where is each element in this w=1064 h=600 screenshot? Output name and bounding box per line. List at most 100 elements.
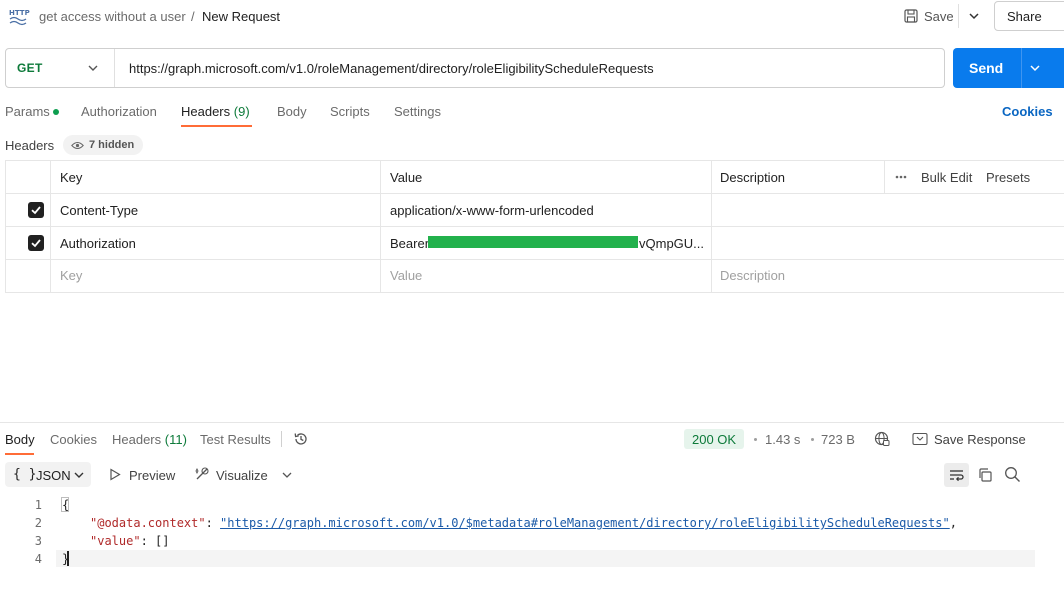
response-tab-body[interactable]: Body: [5, 432, 35, 447]
visualize-button[interactable]: Visualize: [216, 468, 268, 483]
breadcrumb-parent[interactable]: get access without a user: [39, 9, 186, 24]
status-badge[interactable]: 200 OK: [684, 429, 745, 449]
tab-headers[interactable]: Headers (9): [181, 104, 250, 119]
svg-text:HTTP: HTTP: [9, 9, 30, 17]
bulk-edit-button[interactable]: Bulk Edit: [921, 170, 972, 185]
redaction-bar: [428, 236, 638, 248]
tab-scripts[interactable]: Scripts: [330, 104, 370, 119]
play-icon: [110, 468, 121, 481]
save-response-button[interactable]: Save Response: [934, 432, 1026, 447]
save-label: Save: [924, 8, 954, 24]
network-globe-icon[interactable]: [874, 431, 890, 447]
hidden-headers-toggle[interactable]: 7 hidden: [63, 135, 144, 155]
breadcrumb-separator: /: [191, 9, 195, 24]
meta-separator: [754, 438, 757, 441]
header-value-prefix[interactable]: Bearer: [390, 236, 429, 251]
checkmark-icon: [31, 239, 41, 248]
metadata-link[interactable]: "https://graph.microsoft.com/v1.0/$metad…: [220, 516, 950, 530]
active-tab-underline: [5, 453, 34, 455]
line-number: 2: [34, 516, 42, 530]
header-key-cell[interactable]: Content-Type: [60, 203, 138, 218]
new-value-input[interactable]: Value: [390, 268, 422, 283]
preview-button[interactable]: Preview: [129, 468, 175, 483]
header-value-cell[interactable]: application/x-www-form-urlencoded: [390, 203, 594, 218]
column-header-description: Description: [720, 170, 786, 185]
table-border: [50, 160, 51, 293]
chevron-down-icon[interactable]: [86, 61, 100, 75]
format-label: JSON: [36, 468, 71, 483]
json-braces-icon: { }: [13, 467, 37, 482]
tab-divider: [281, 431, 282, 447]
column-header-value: Value: [390, 170, 423, 185]
send-label: Send: [969, 60, 1004, 76]
table-border: [380, 160, 381, 293]
visualize-icon: [195, 467, 209, 480]
meta-separator: [811, 438, 814, 441]
more-options-icon[interactable]: [894, 171, 908, 183]
active-tab-underline: [181, 125, 252, 127]
save-divider: [958, 4, 959, 28]
wrap-lines-icon: [950, 470, 964, 482]
code-line-value: "value": []: [90, 534, 170, 548]
save-icon: [904, 9, 918, 23]
send-divider: [1021, 48, 1022, 88]
table-border: [5, 292, 1064, 293]
code-open-brace: {: [62, 498, 70, 512]
history-icon[interactable]: [293, 431, 309, 447]
header-key-cell[interactable]: Authorization: [60, 236, 136, 251]
send-button[interactable]: Send: [953, 48, 1064, 88]
chevron-down-icon[interactable]: [966, 8, 982, 24]
url-divider: [114, 49, 115, 87]
top-bar: HTTP get access without a user / New Req…: [0, 0, 1064, 34]
table-border: [884, 160, 885, 193]
format-select[interactable]: { } JSON: [5, 462, 91, 487]
tab-authorization[interactable]: Authorization: [81, 104, 157, 119]
response-time[interactable]: 1.43 s: [765, 432, 800, 447]
table-border: [5, 160, 1064, 161]
tab-body[interactable]: Body: [277, 104, 307, 119]
chevron-down-icon[interactable]: [1029, 62, 1041, 74]
chevron-down-icon: [74, 472, 84, 478]
share-button[interactable]: Share: [994, 1, 1064, 31]
response-tab-test-results[interactable]: Test Results: [200, 432, 271, 447]
copy-icon[interactable]: [977, 467, 993, 483]
table-border: [5, 259, 1064, 260]
headers-count: (9): [233, 104, 250, 119]
line-number: 3: [34, 534, 42, 548]
url-input[interactable]: https://graph.microsoft.com/v1.0/roleMan…: [129, 61, 654, 76]
cookies-link[interactable]: Cookies: [1002, 104, 1053, 119]
line-number: 1: [34, 498, 42, 512]
response-tab-headers[interactable]: Headers (11): [112, 432, 187, 447]
params-indicator-dot: [52, 108, 59, 115]
response-tab-cookies[interactable]: Cookies: [50, 432, 97, 447]
checkmark-icon: [31, 206, 41, 215]
search-icon[interactable]: [1004, 466, 1021, 483]
response-headers-count: (11): [164, 432, 187, 447]
tab-settings[interactable]: Settings: [394, 104, 441, 119]
table-border: [711, 160, 712, 293]
new-key-input[interactable]: Key: [60, 268, 82, 283]
presets-dropdown[interactable]: Presets: [986, 170, 1030, 185]
table-border: [5, 193, 1064, 194]
table-border: [5, 226, 1064, 227]
response-divider[interactable]: [0, 422, 1064, 423]
row-checkbox[interactable]: [28, 202, 44, 218]
save-button[interactable]: Save: [904, 5, 954, 27]
chevron-down-icon[interactable]: [281, 469, 293, 481]
eye-icon: [71, 141, 84, 149]
new-description-input[interactable]: Description: [720, 268, 785, 283]
code-line-context: "@odata.context": "https://graph.microso…: [90, 516, 957, 530]
line-number: 4: [34, 552, 42, 566]
save-response-icon: [912, 432, 928, 446]
request-title[interactable]: New Request: [202, 9, 280, 24]
row-checkbox[interactable]: [28, 235, 44, 251]
url-bar: GET https://graph.microsoft.com/v1.0/rol…: [5, 48, 945, 88]
wrap-lines-button[interactable]: [944, 463, 969, 487]
method-select[interactable]: GET: [17, 61, 43, 75]
column-header-key: Key: [60, 170, 83, 185]
active-line-highlight: [56, 550, 1035, 567]
header-value-suffix[interactable]: vQmpGU...: [639, 236, 704, 251]
tab-params[interactable]: Params: [5, 104, 59, 119]
text-cursor: [67, 551, 69, 566]
response-size[interactable]: 723 B: [821, 432, 855, 447]
